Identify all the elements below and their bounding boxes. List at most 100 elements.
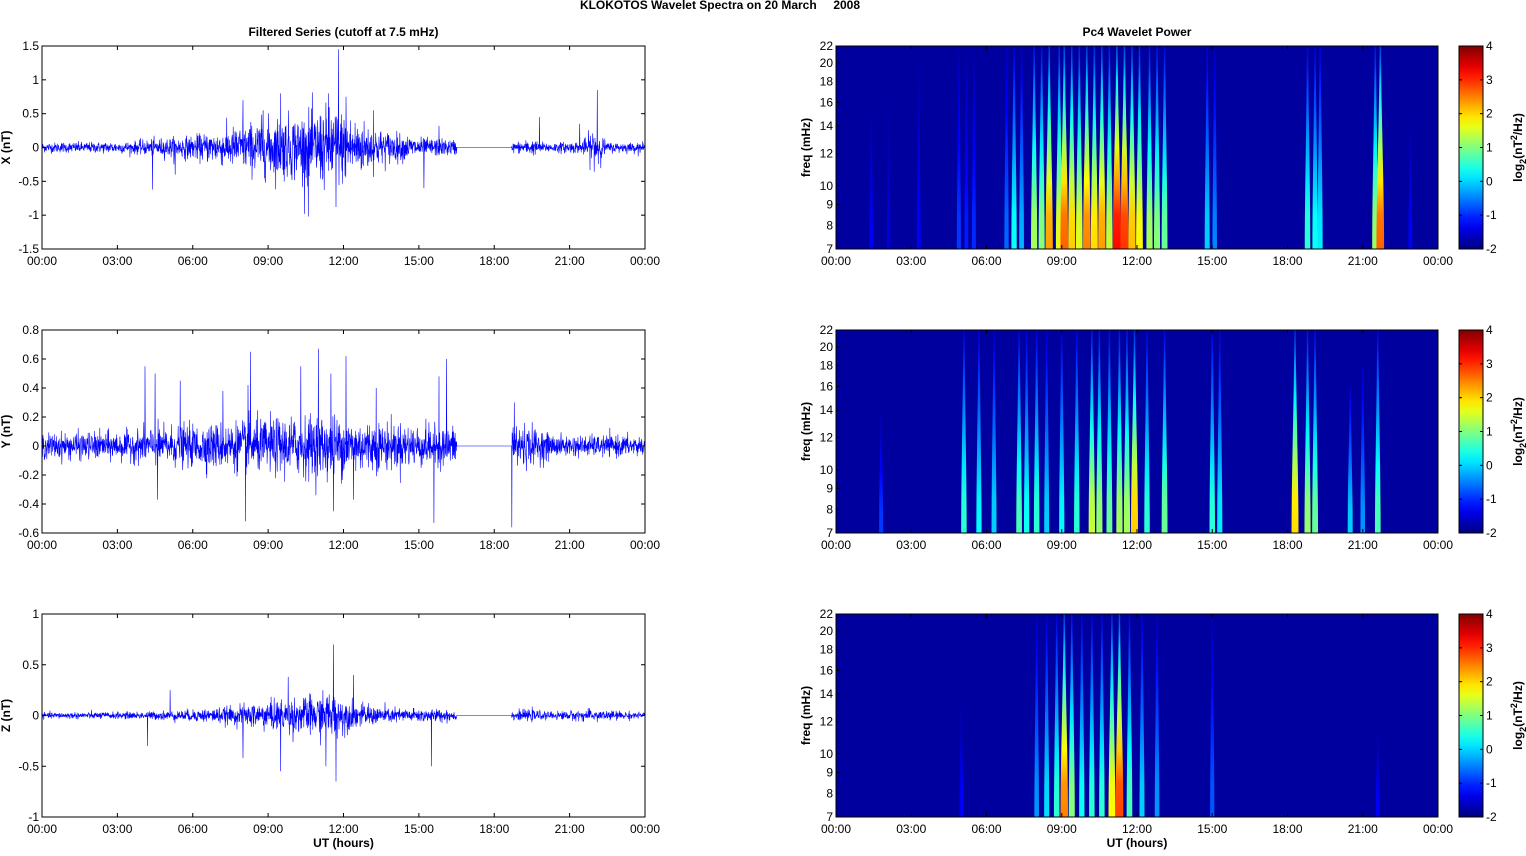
x-tick-label: 21:00 [555, 538, 585, 552]
colorbar-tick-label: -2 [1486, 242, 1497, 256]
colorbar-label-part: log [1511, 164, 1525, 182]
y-tick-label: 0.5 [22, 658, 39, 672]
colorbar [1458, 45, 1484, 250]
colorbar-tick-label: 0 [1486, 742, 1493, 756]
colorbar-tick-label: 3 [1486, 357, 1493, 371]
x-tick-label: 21:00 [555, 822, 585, 836]
y-axis-label: Y (nT) [0, 415, 13, 449]
y-tick-label: 0.4 [22, 381, 39, 395]
colorbar-tick-label: 0 [1486, 458, 1493, 472]
y-axis-label: freq (mHz) [799, 402, 813, 461]
x-tick-label: 15:00 [404, 254, 434, 268]
y-tick-label: 14 [820, 687, 834, 701]
x-tick-label: 09:00 [253, 254, 283, 268]
colorbar-label-part: (nT [1511, 424, 1525, 443]
x-tick-label: 09:00 [253, 538, 283, 552]
y-tick-label: -0.2 [18, 468, 39, 482]
y-tick-label: 9 [826, 765, 833, 779]
x-axis-label: UT (hours) [1107, 836, 1168, 850]
x-tick-label: 03:00 [102, 254, 132, 268]
figure-title: KLOKOTOS Wavelet Spectra on 20 March 200… [580, 0, 860, 12]
y-tick-label: 10 [820, 179, 834, 193]
colorbar-tick-label: 2 [1486, 107, 1493, 121]
colorbar-tick-label: 3 [1486, 641, 1493, 655]
x-tick-label: 18:00 [479, 254, 509, 268]
y-tick-label: -0.5 [18, 174, 39, 188]
x-tick-label: 03:00 [102, 822, 132, 836]
colorbar [1458, 613, 1484, 818]
colorbar-tick-label: -2 [1486, 526, 1497, 540]
x-tick-label: 18:00 [1272, 254, 1302, 268]
x-tick-label: 21:00 [555, 254, 585, 268]
colorbar [1458, 329, 1484, 534]
colorbar-tick-label: 4 [1486, 607, 1493, 621]
y-tick-label: 0.6 [22, 352, 39, 366]
x-tick-label: 00:00 [821, 538, 851, 552]
y-tick-label: 22 [820, 39, 834, 53]
x-tick-label: 18:00 [1272, 538, 1302, 552]
colorbar-tick-label: 2 [1486, 391, 1493, 405]
y-tick-label: 0 [32, 141, 39, 155]
y-tick-label: 18 [820, 643, 834, 657]
x-tick-label: 00:00 [821, 254, 851, 268]
x-tick-label: 06:00 [178, 254, 208, 268]
y-tick-label: 8 [826, 502, 833, 516]
y-tick-label: 0 [32, 439, 39, 453]
wavelet-figure: KLOKOTOS Wavelet Spectra on 20 March 200… [0, 0, 1526, 850]
colorbar-tick-label: -2 [1486, 810, 1497, 824]
y-axis-label: Z (nT) [0, 699, 13, 732]
y-tick-label: 0.8 [22, 323, 39, 337]
x-tick-label: 06:00 [971, 822, 1001, 836]
x-tick-label: 06:00 [178, 538, 208, 552]
x-tick-label: 18:00 [479, 538, 509, 552]
x-tick-label: 00:00 [821, 822, 851, 836]
x-tick-label: 21:00 [1348, 822, 1378, 836]
y-tick-label: 8 [826, 786, 833, 800]
colorbar-tick-label: 1 [1486, 141, 1493, 155]
y-tick-label: 10 [820, 463, 834, 477]
y-tick-label: 18 [820, 359, 834, 373]
y-tick-label: 12 [820, 714, 834, 728]
x-tick-label: 15:00 [1197, 822, 1227, 836]
y-axis-label: freq (mHz) [799, 686, 813, 745]
x-tick-label: 03:00 [896, 538, 926, 552]
x-tick-label: 09:00 [1047, 822, 1077, 836]
colorbar-tick-label: 4 [1486, 323, 1493, 337]
heatmap-background [836, 614, 1438, 817]
y-tick-label: 9 [826, 197, 833, 211]
x-tick-label: 00:00 [630, 254, 660, 268]
y-tick-label: 18 [820, 75, 834, 89]
x-tick-label: 12:00 [328, 822, 358, 836]
y-tick-label: 12 [820, 146, 834, 160]
y-tick-label: 1.5 [22, 39, 39, 53]
colorbar-tick-label: -1 [1486, 492, 1497, 506]
colorbar-label: log2(nT2/Hz) [1509, 113, 1526, 182]
y-tick-label: -0.5 [18, 759, 39, 773]
x-tick-label: 15:00 [1197, 538, 1227, 552]
x-tick-label: 12:00 [1122, 538, 1152, 552]
x-tick-label: 03:00 [896, 254, 926, 268]
x-tick-label: 00:00 [630, 822, 660, 836]
x-tick-label: 12:00 [1122, 822, 1152, 836]
y-tick-label: 1 [32, 73, 39, 87]
y-tick-label: 0.2 [22, 410, 39, 424]
colorbar-label: log2(nT2/Hz) [1509, 681, 1526, 750]
colorbar-label: log2(nT2/Hz) [1509, 397, 1526, 466]
colorbar-tick-label: -1 [1486, 208, 1497, 222]
panel-title: Filtered Series (cutoff at 7.5 mHz) [248, 25, 438, 39]
y-tick-label: 14 [820, 403, 834, 417]
y-tick-label: 10 [820, 747, 834, 761]
colorbar-label-part: /Hz) [1511, 397, 1525, 419]
x-tick-label: 12:00 [328, 538, 358, 552]
colorbar-label-part: /Hz) [1511, 681, 1525, 703]
x-axis-label: UT (hours) [313, 836, 374, 850]
y-tick-label: 0 [32, 709, 39, 723]
y-tick-label: 0.5 [22, 107, 39, 121]
x-tick-label: 09:00 [1047, 538, 1077, 552]
y-axis-label: X (nT) [0, 131, 13, 165]
colorbar-label-part: (nT [1511, 708, 1525, 727]
y-tick-label: 8 [826, 218, 833, 232]
x-tick-label: 21:00 [1348, 254, 1378, 268]
colorbar-label-part: log [1511, 448, 1525, 466]
y-tick-label: 22 [820, 607, 834, 621]
